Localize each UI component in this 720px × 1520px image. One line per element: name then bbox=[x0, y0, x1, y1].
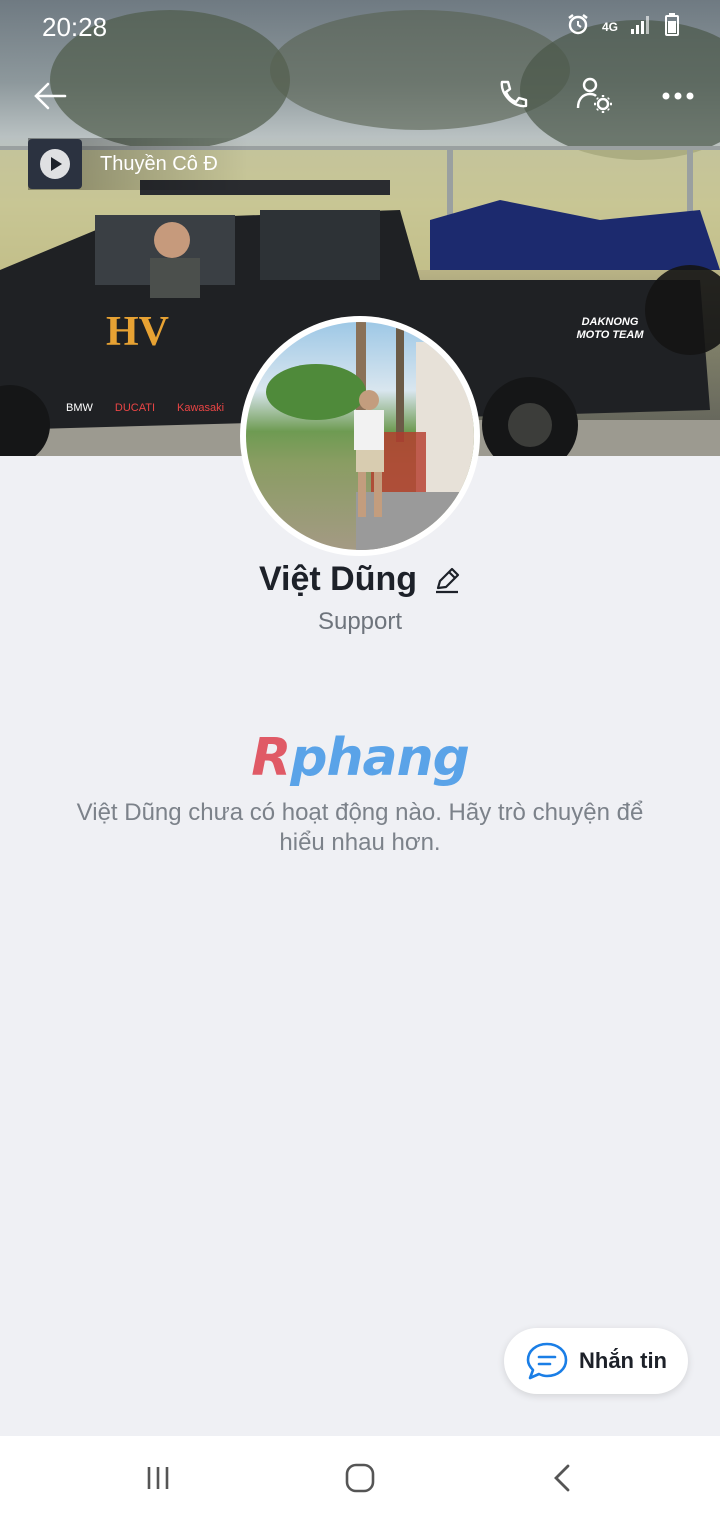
profile-name: Việt Dũng bbox=[258, 560, 418, 598]
phone-icon bbox=[500, 80, 528, 108]
watermark-rest: phang bbox=[290, 728, 470, 788]
back-arrow-icon bbox=[34, 82, 67, 110]
status-bar: 20:28 4G bbox=[0, 0, 720, 56]
status-time: 20:28 bbox=[42, 12, 108, 42]
watermark-logo: Rphang bbox=[0, 728, 720, 788]
system-nav-bar bbox=[0, 1436, 720, 1520]
avatar[interactable] bbox=[240, 316, 480, 556]
more-button[interactable] bbox=[654, 72, 702, 120]
message-button-label: Nhắn tin bbox=[579, 1348, 667, 1373]
music-title: Thuyền Cô Đ bbox=[100, 152, 218, 175]
message-button[interactable]: Nhắn tin bbox=[504, 1328, 688, 1394]
watermark-first: R bbox=[251, 728, 291, 788]
battery-icon bbox=[664, 12, 680, 41]
team-decal: DAKNONG MOTO TEAM bbox=[576, 316, 644, 341]
back-button[interactable] bbox=[26, 72, 74, 120]
system-back-button[interactable] bbox=[532, 1458, 592, 1498]
hv-logo: HV bbox=[106, 309, 169, 355]
home-icon bbox=[345, 1463, 375, 1493]
more-icon bbox=[662, 92, 694, 100]
avatar-photo bbox=[246, 322, 474, 550]
recent-apps-icon bbox=[147, 1467, 169, 1489]
chat-icon bbox=[526, 1342, 568, 1380]
music-thumbnail bbox=[28, 139, 82, 189]
empty-state-text: Việt Dũng chưa có hoạt động nào. Hãy trò… bbox=[76, 799, 644, 856]
recent-apps-button[interactable] bbox=[128, 1458, 188, 1498]
network-label: 4G bbox=[601, 19, 618, 34]
brand-decal: Kawasaki bbox=[177, 402, 225, 414]
alarm-icon bbox=[566, 12, 590, 41]
brand-decal: DUCATI bbox=[114, 402, 156, 414]
profile-music[interactable]: Thuyền Cô Đ bbox=[28, 138, 248, 190]
play-icon[interactable] bbox=[38, 147, 72, 181]
profile-settings-button[interactable] bbox=[570, 72, 618, 120]
user-settings-icon bbox=[576, 77, 612, 113]
profile-subtitle: Support bbox=[317, 608, 403, 635]
chevron-left-icon bbox=[554, 1464, 570, 1492]
edit-icon[interactable] bbox=[433, 566, 461, 594]
signal-icon bbox=[630, 13, 652, 40]
home-button[interactable] bbox=[330, 1458, 390, 1498]
brand-decal: BMW bbox=[66, 402, 93, 414]
call-button[interactable] bbox=[488, 72, 536, 120]
